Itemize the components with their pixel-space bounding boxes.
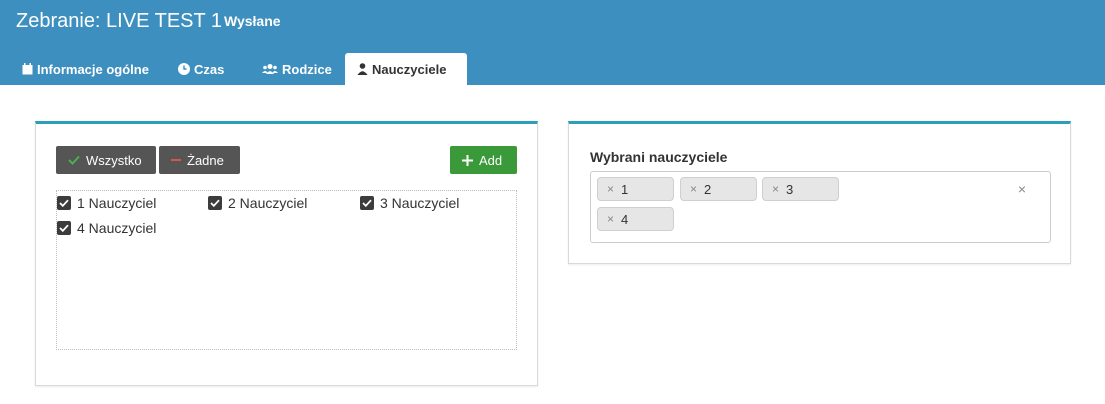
tab-teachers[interactable]: Nauczyciele <box>345 53 467 85</box>
selected-teacher-chip[interactable]: × 4 <box>597 207 674 231</box>
selected-teacher-chip[interactable]: × 2 <box>680 177 757 201</box>
remove-icon[interactable]: × <box>690 182 697 196</box>
chip-label: 3 <box>786 181 794 197</box>
remove-icon[interactable]: × <box>607 182 614 196</box>
selected-teachers-label: Wybrani nauczyciele <box>590 149 728 165</box>
select-all-label: Wszystko <box>86 152 142 168</box>
selected-teacher-chip[interactable]: × 1 <box>597 177 674 201</box>
teacher-checkbox-item[interactable]: 3 Nauczyciel <box>360 193 459 213</box>
teacher-label: 3 Nauczyciel <box>380 195 460 211</box>
header-bar: Zebranie: LIVE TEST 1 Wysłane Informacje… <box>0 0 1105 85</box>
teacher-label: 1 Nauczyciel <box>77 195 157 211</box>
plus-icon <box>462 154 473 166</box>
add-button[interactable]: Add <box>450 146 517 174</box>
teacher-checklist: 1 Nauczyciel 2 Nauczyciel 3 Nauczyciel 4… <box>56 190 517 350</box>
checkbox-checked-icon[interactable] <box>360 196 374 210</box>
checkbox-checked-icon[interactable] <box>208 196 222 210</box>
chip-label: 1 <box>621 181 629 197</box>
teacher-label: 4 Nauczyciel <box>77 220 157 236</box>
tab-label: Rodzice <box>282 61 332 77</box>
page-title: Zebranie: LIVE TEST 1 <box>16 10 223 32</box>
tab-time[interactable]: Czas <box>166 53 236 85</box>
calendar-icon <box>22 63 33 75</box>
user-icon <box>357 63 368 75</box>
tab-parents[interactable]: Rodzice <box>250 53 344 85</box>
tab-label: Nauczyciele <box>372 61 447 77</box>
tab-label: Czas <box>194 61 225 77</box>
users-icon <box>262 63 278 75</box>
select-none-label: Żadne <box>187 152 224 168</box>
teacher-label: 2 Nauczyciel <box>228 195 308 211</box>
check-icon <box>68 155 80 165</box>
tab-general-info[interactable]: Informacje ogólne <box>10 53 161 85</box>
selected-teachers-multiselect[interactable]: × 1 × 2 × 3 × 4 × <box>590 171 1051 243</box>
select-all-button[interactable]: Wszystko <box>56 146 156 174</box>
teachers-picker-panel: Wszystko Żadne Add 1 Nauczyciel 2 Nauczy… <box>35 121 538 386</box>
clock-icon <box>178 63 190 75</box>
checkbox-checked-icon[interactable] <box>57 196 71 210</box>
status-badge: Wysłane <box>224 13 281 29</box>
teacher-checkbox-item[interactable]: 2 Nauczyciel <box>208 193 307 213</box>
selected-teacher-chip[interactable]: × 3 <box>762 177 839 201</box>
remove-icon[interactable]: × <box>607 212 614 226</box>
checkbox-checked-icon[interactable] <box>57 221 71 235</box>
tab-label: Informacje ogólne <box>37 61 149 77</box>
select-none-button[interactable]: Żadne <box>159 146 240 174</box>
remove-icon[interactable]: × <box>772 182 779 196</box>
chip-label: 2 <box>704 181 712 197</box>
add-button-label: Add <box>479 152 503 168</box>
teacher-checkbox-item[interactable]: 1 Nauczyciel <box>57 193 156 213</box>
clear-all-icon[interactable]: × <box>1018 181 1026 197</box>
selected-teachers-panel: Wybrani nauczyciele × 1 × 2 × 3 × 4 × <box>568 121 1071 264</box>
chip-label: 4 <box>621 211 629 227</box>
teacher-checkbox-item[interactable]: 4 Nauczyciel <box>57 218 156 238</box>
minus-icon <box>171 155 181 165</box>
